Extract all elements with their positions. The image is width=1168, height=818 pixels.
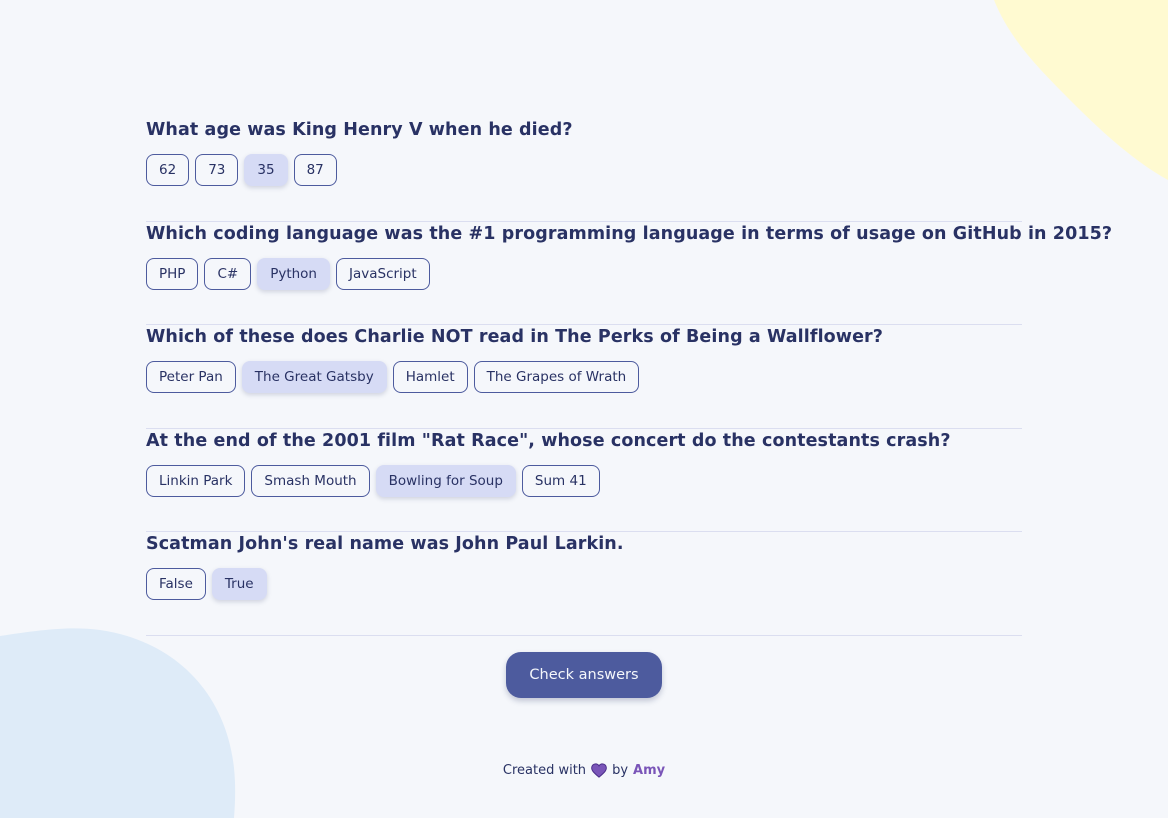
answer-button[interactable]: 73 xyxy=(195,154,239,186)
answer-button[interactable]: Hamlet xyxy=(392,361,468,393)
footer-prefix: Created with xyxy=(502,763,587,778)
answer-button-selected[interactable]: The Great Gatsby xyxy=(241,361,387,393)
answer-options: PHP C# Python JavaScript xyxy=(146,257,1022,290)
question-text: At the end of the 2001 film "Rat Race", … xyxy=(146,430,951,451)
answer-options: False True xyxy=(146,568,1022,600)
footer-by: by xyxy=(612,763,629,778)
answer-button[interactable]: PHP xyxy=(146,257,199,290)
author-name: Amy xyxy=(633,763,666,778)
answer-button[interactable]: Linkin Park xyxy=(146,464,246,497)
question-text: What age was King Henry V when he died? xyxy=(146,120,573,140)
question-2: Which coding language was the #1 program… xyxy=(146,222,1113,325)
answer-button[interactable]: Sum 41 xyxy=(521,464,600,497)
actions: Check answers xyxy=(0,652,1168,698)
answer-button-selected[interactable]: True xyxy=(211,568,267,600)
answer-button-selected[interactable]: 35 xyxy=(244,154,288,186)
question-5: Scatman John's real name was John Paul L… xyxy=(146,532,1022,636)
answer-button[interactable]: Peter Pan xyxy=(146,361,236,393)
heart-icon xyxy=(591,763,607,778)
answer-button[interactable]: C# xyxy=(204,257,252,290)
answer-button-selected[interactable]: Bowling for Soup xyxy=(375,464,516,497)
question-1: What age was King Henry V when he died? … xyxy=(146,118,1022,222)
answer-button[interactable]: JavaScript xyxy=(335,257,430,290)
quiz-list: What age was King Henry V when he died? … xyxy=(146,118,1113,636)
question-text: Which of these does Charlie NOT read in … xyxy=(146,327,884,347)
answer-button[interactable]: False xyxy=(146,568,206,600)
answer-options: 62 73 35 87 xyxy=(146,154,1022,186)
answer-button-selected[interactable]: Python xyxy=(257,257,330,290)
answer-options: Peter Pan The Great Gatsby Hamlet The Gr… xyxy=(146,361,1022,393)
answer-button[interactable]: 62 xyxy=(146,154,190,186)
footer: Created with by Amy xyxy=(0,763,1168,778)
answer-button[interactable]: 87 xyxy=(293,154,337,186)
question-3: Which of these does Charlie NOT read in … xyxy=(146,325,1022,429)
question-4: At the end of the 2001 film "Rat Race", … xyxy=(146,429,1022,532)
question-text: Scatman John's real name was John Paul L… xyxy=(146,534,624,554)
answer-button[interactable]: Smash Mouth xyxy=(251,464,370,497)
check-answers-button[interactable]: Check answers xyxy=(506,652,662,698)
answer-button[interactable]: The Grapes of Wrath xyxy=(473,361,640,393)
question-text: Which coding language was the #1 program… xyxy=(146,223,1113,244)
quiz-page: What age was King Henry V when he died? … xyxy=(0,0,1168,818)
answer-options: Linkin Park Smash Mouth Bowling for Soup… xyxy=(146,464,1022,497)
